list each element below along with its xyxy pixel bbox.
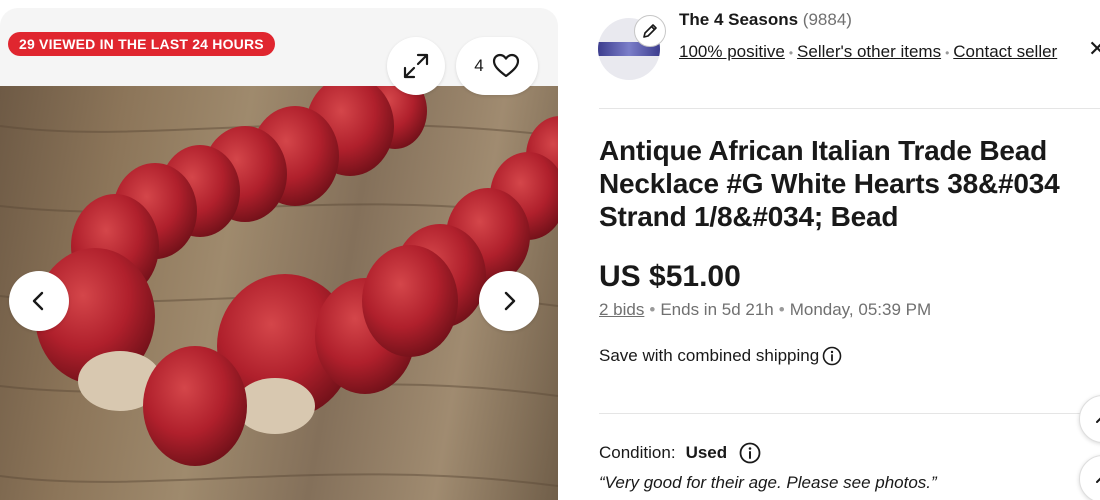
heart-icon <box>492 53 519 78</box>
ends-in: Ends in 5d 21h <box>660 300 774 319</box>
close-icon[interactable]: ✕ <box>1088 36 1100 62</box>
seller-links: 100% positive • Seller's other items • Conta… <box>679 39 1069 66</box>
separator-dot: • <box>649 300 656 319</box>
end-date: Monday, 05:39 PM <box>789 300 932 319</box>
condition-value: Used <box>685 443 728 462</box>
bids-link[interactable]: 2 bids <box>599 300 644 319</box>
expand-icon <box>403 53 429 79</box>
watch-count: 4 <box>474 56 484 75</box>
chevron-right-icon <box>504 291 516 311</box>
condition-label: Condition: <box>599 443 676 462</box>
divider <box>599 413 1100 414</box>
bead-necklace-image <box>0 86 558 487</box>
contact-seller-link[interactable]: Contact seller <box>953 42 1057 61</box>
positive-feedback-link[interactable]: 100% positive <box>679 42 785 61</box>
seller-name-text[interactable]: The 4 Seasons <box>679 10 798 29</box>
condition-note: “Very good for their age. Please see pho… <box>599 473 937 492</box>
image-gallery: 29 VIEWED IN THE LAST 24 HOURS 4 <box>0 8 558 500</box>
pencil-icon <box>643 24 657 38</box>
seller-name[interactable]: The 4 Seasons (9884) <box>679 10 852 30</box>
item-title: Antique African Italian Trade Bead Neckl… <box>599 135 1060 232</box>
watch-button[interactable]: 4 <box>456 37 538 95</box>
item-price: US $51.00 <box>599 260 741 293</box>
separator-dot: • <box>945 46 950 60</box>
separator-dot: • <box>788 46 794 60</box>
info-icon[interactable] <box>822 346 842 366</box>
chevron-left-icon <box>32 291 44 311</box>
chevron-up-icon <box>1096 477 1100 483</box>
next-image-button[interactable] <box>479 271 539 331</box>
chevron-up-icon <box>1096 417 1100 423</box>
separator-dot: • <box>778 300 785 319</box>
scroll-down-button[interactable] <box>1079 455 1100 500</box>
divider <box>599 108 1100 109</box>
viewed-badge: 29 VIEWED IN THE LAST 24 HOURS <box>8 32 275 56</box>
combined-shipping-text: Save with combined shipping <box>599 346 820 365</box>
scroll-up-button[interactable] <box>1079 395 1100 443</box>
expand-button[interactable] <box>387 37 445 95</box>
info-icon[interactable] <box>739 442 761 464</box>
combined-shipping: Save with combined shipping <box>599 346 842 366</box>
seller-feedback-count: (9884) <box>802 10 852 29</box>
seller-other-items-link[interactable]: Seller's other items <box>797 42 941 61</box>
bid-info: 2 bids • Ends in 5d 21h • Monday, 05:39 PM <box>599 300 931 320</box>
previous-image-button[interactable] <box>9 271 69 331</box>
condition-row: Condition: Used <box>599 442 761 464</box>
edit-avatar-button[interactable] <box>634 15 666 47</box>
product-photo[interactable] <box>0 86 558 500</box>
